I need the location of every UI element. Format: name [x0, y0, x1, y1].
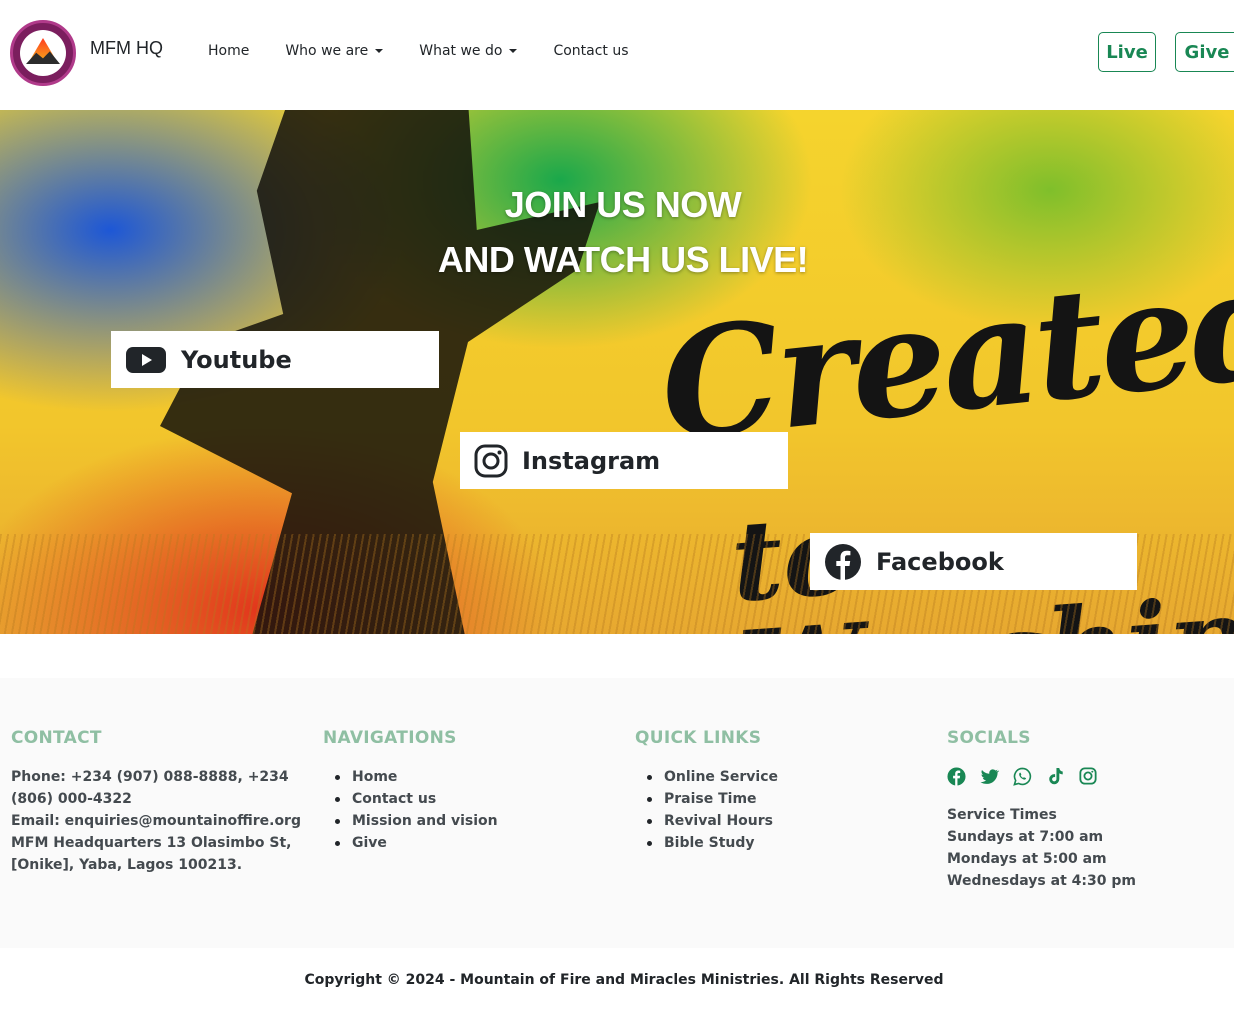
contact-address: MFM Headquarters 13 Olasimbo St, [Onike]…: [11, 835, 292, 873]
footer-contact: CONTACT Phone: +234 (907) 088-8888, +234…: [11, 728, 301, 876]
twitter-icon[interactable]: [980, 767, 999, 786]
nav-who-we-are-label: Who we are: [285, 43, 369, 59]
nav-contact-us[interactable]: Contact us: [553, 43, 628, 59]
footer-navigations: NAVIGATIONS Home Contact us Mission and …: [323, 728, 603, 854]
footer-link-contact-us[interactable]: Contact us: [323, 788, 603, 810]
youtube-button[interactable]: Youtube: [111, 331, 439, 388]
caret-down-icon: [509, 49, 518, 53]
footer-link-mission-vision[interactable]: Mission and vision: [323, 810, 603, 832]
brand-name[interactable]: MFM HQ: [90, 38, 163, 59]
nav-home-label: Home: [208, 43, 250, 59]
instagram-button[interactable]: Instagram: [460, 432, 788, 489]
give-button[interactable]: Give: [1175, 32, 1234, 72]
service-times-title: Service Times: [947, 807, 1057, 823]
footer-link-give[interactable]: Give: [323, 832, 603, 854]
footer-link-home[interactable]: Home: [323, 766, 603, 788]
live-button[interactable]: Live: [1098, 32, 1156, 72]
social-icons-row: [947, 766, 1227, 786]
footer-quick-links: QUICK LINKS Online Service Praise Time R…: [635, 728, 915, 854]
nav-contact-us-label: Contact us: [553, 43, 629, 59]
copyright-text: Copyright © 2024 - Mountain of Fire and …: [304, 972, 944, 988]
facebook-label: Facebook: [876, 547, 1004, 576]
site-header: MFM HQ Home Who we are What we do Contac…: [0, 0, 1234, 110]
mfm-logo[interactable]: [10, 20, 76, 86]
facebook-icon: [825, 543, 861, 580]
youtube-label: Youtube: [181, 345, 292, 374]
tiktok-icon[interactable]: [1046, 767, 1065, 786]
facebook-button[interactable]: Facebook: [810, 533, 1137, 590]
quick-link-online-service[interactable]: Online Service: [635, 766, 915, 788]
facebook-icon[interactable]: [947, 766, 966, 786]
instagram-icon[interactable]: [1079, 767, 1097, 785]
quick-links-list: Online Service Praise Time Revival Hours…: [635, 766, 915, 854]
navigations-list: Home Contact us Mission and vision Give: [323, 766, 603, 854]
contact-phone: Phone: +234 (907) 088-8888, +234 (806) 0…: [11, 769, 289, 807]
quick-link-revival-hours[interactable]: Revival Hours: [635, 810, 915, 832]
quick-link-praise-time[interactable]: Praise Time: [635, 788, 915, 810]
site-footer: CONTACT Phone: +234 (907) 088-8888, +234…: [0, 678, 1234, 948]
contact-email[interactable]: Email: enquiries@mountainoffire.org: [11, 810, 301, 832]
quick-links-heading: QUICK LINKS: [635, 728, 762, 748]
hero-banner: Created to Worship JOIN US NOW AND WATCH…: [0, 110, 1234, 634]
instagram-icon: [474, 444, 508, 477]
whatsapp-icon[interactable]: [1013, 767, 1032, 786]
hero-title-line1: JOIN US NOW: [504, 184, 742, 225]
service-time-sunday: Sundays at 7:00 am: [947, 829, 1104, 845]
service-time-monday: Mondays at 5:00 am: [947, 851, 1107, 867]
youtube-icon: [126, 346, 166, 373]
nav-home[interactable]: Home: [208, 43, 249, 59]
nav-what-we-do[interactable]: What we do: [419, 43, 518, 59]
nav-what-we-do-label: What we do: [419, 43, 503, 59]
instagram-label: Instagram: [522, 446, 661, 475]
service-time-wednesday: Wednesdays at 4:30 pm: [947, 873, 1136, 889]
caret-down-icon: [375, 49, 384, 53]
logo-emblem: [20, 30, 66, 76]
quick-link-bible-study[interactable]: Bible Study: [635, 832, 915, 854]
main-nav: Home Who we are What we do Contact us: [208, 43, 665, 59]
footer-socials: SOCIALS Service Times Sundays at 7:00 am…: [947, 728, 1227, 892]
hero-title-line2: AND WATCH US LIVE!: [437, 239, 809, 280]
socials-heading: SOCIALS: [947, 728, 1031, 748]
nav-who-we-are[interactable]: Who we are: [285, 43, 384, 59]
navigations-heading: NAVIGATIONS: [323, 728, 457, 748]
contact-heading: CONTACT: [11, 728, 102, 748]
